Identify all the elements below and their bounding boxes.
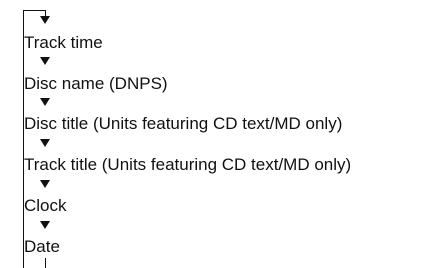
- item-clock: Clock: [24, 196, 67, 215]
- down-arrow-icon: [40, 57, 50, 65]
- item-disc-name: Disc name (DNPS): [24, 74, 168, 93]
- item-track-title: Track title (Units featuring CD text/MD …: [24, 155, 352, 174]
- loop-top-line: [23, 10, 46, 11]
- item-date: Date: [24, 237, 60, 256]
- item-disc-title: Disc title (Units featuring CD text/MD o…: [24, 114, 343, 133]
- down-arrow-icon: [40, 180, 50, 188]
- item-track-time: Track time: [24, 33, 103, 52]
- down-arrow-icon: [40, 139, 50, 147]
- down-arrow-icon: [40, 221, 50, 229]
- display-mode-cycle-diagram: Track time Disc name (DNPS) Disc title (…: [0, 0, 440, 268]
- down-arrow-icon: [40, 98, 50, 106]
- loop-exit-line: [45, 258, 46, 268]
- down-arrow-icon: [40, 16, 50, 24]
